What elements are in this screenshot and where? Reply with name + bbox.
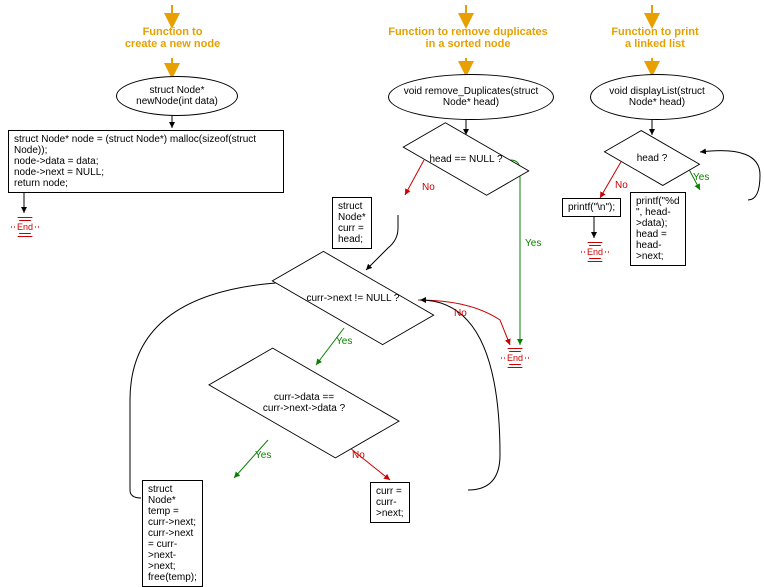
displaylist-end: End bbox=[580, 240, 610, 264]
removedup-signature: void remove_Duplicates(struct Node* head… bbox=[388, 74, 554, 120]
displaylist-title: Function to print a linked list bbox=[600, 26, 710, 50]
label-no: No bbox=[352, 450, 365, 461]
label-yes: Yes bbox=[693, 172, 709, 183]
removedup-init-curr: struct Node* curr = head; bbox=[332, 197, 372, 249]
displaylist-print-node: printf("%d ", head->data); head = head->… bbox=[630, 192, 686, 266]
removedup-advance-code: curr = curr->next; bbox=[370, 482, 410, 523]
removedup-cond-next: curr->next != NULL ? bbox=[292, 270, 414, 326]
removedup-cond-data: curr->data == curr->next->data ? bbox=[234, 368, 374, 438]
displaylist-signature: void displayList(struct Node* head) bbox=[590, 74, 724, 120]
newnode-signature: struct Node* newNode(int data) bbox=[116, 76, 238, 116]
label-yes: Yes bbox=[525, 238, 541, 249]
removedup-cond-head: head == NULL ? bbox=[420, 136, 512, 182]
displaylist-print-newline: printf("\n"); bbox=[562, 198, 621, 217]
label-no: No bbox=[615, 180, 628, 191]
newnode-body: struct Node* node = (struct Node*) mallo… bbox=[8, 130, 284, 193]
label-no: No bbox=[422, 182, 435, 193]
displaylist-cond-head: head ? bbox=[620, 138, 684, 178]
removedup-title: Function to remove duplicates in a sorte… bbox=[388, 26, 548, 50]
removedup-end: End bbox=[500, 346, 530, 370]
label-no: No bbox=[454, 308, 467, 319]
label-yes: Yes bbox=[336, 336, 352, 347]
newnode-title: Function to create a new node bbox=[110, 26, 235, 50]
newnode-end: End bbox=[10, 215, 40, 239]
removedup-remove-code: struct Node* temp = curr->next; curr->ne… bbox=[142, 480, 203, 587]
label-yes: Yes bbox=[255, 450, 271, 461]
